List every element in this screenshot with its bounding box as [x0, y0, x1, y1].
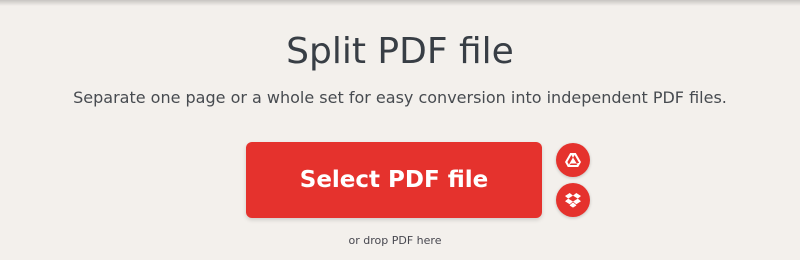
page-title: Split PDF file — [286, 31, 514, 72]
google-drive-icon — [565, 153, 581, 167]
select-pdf-button[interactable]: Select PDF file — [246, 142, 542, 218]
google-drive-button[interactable] — [556, 143, 590, 177]
top-bar-shadow — [0, 0, 800, 6]
dropbox-button[interactable] — [556, 183, 590, 217]
dropbox-icon — [565, 192, 581, 208]
drop-hint: or drop PDF here — [348, 234, 442, 247]
page-subtitle: Separate one page or a whole set for eas… — [73, 88, 727, 107]
